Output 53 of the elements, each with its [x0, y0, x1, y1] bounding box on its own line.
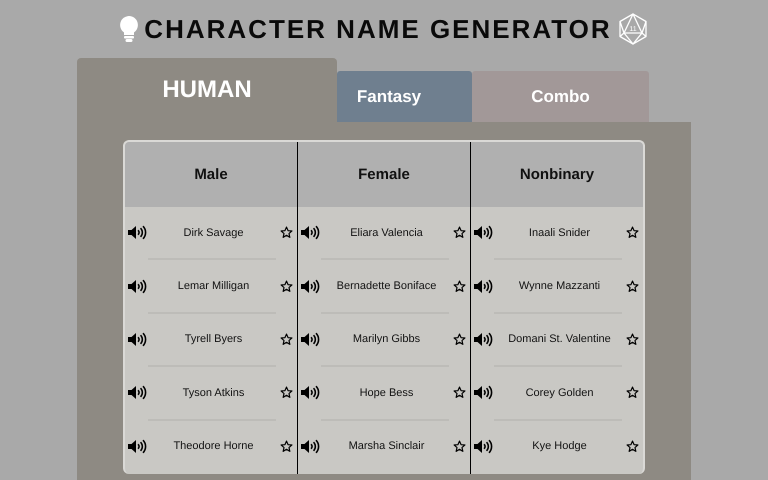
- lightbulb-icon: [120, 16, 138, 42]
- star-icon[interactable]: [626, 386, 639, 400]
- character-name: Inaali Snider: [528, 226, 592, 239]
- star-icon[interactable]: [280, 280, 293, 293]
- star-icon[interactable]: [280, 386, 293, 400]
- speaker-icon[interactable]: [301, 332, 320, 347]
- speaker-icon[interactable]: [474, 438, 493, 454]
- star-icon[interactable]: [453, 440, 466, 453]
- character-name: Tyrell Byers: [184, 333, 244, 346]
- tab[interactable]: HUMAN: [77, 58, 337, 122]
- tab[interactable]: Fantasy: [337, 71, 472, 122]
- speaker-icon[interactable]: [301, 225, 320, 240]
- character-name: Theodore Horne: [172, 440, 255, 452]
- character-name: Hope Bess: [358, 386, 414, 399]
- star-icon[interactable]: [626, 226, 639, 240]
- tab[interactable]: Combo: [472, 71, 649, 122]
- character-name: Marilyn Gibbs: [352, 333, 422, 346]
- column-header: Female: [298, 142, 470, 207]
- speaker-icon[interactable]: [301, 385, 320, 400]
- speaker-icon[interactable]: [128, 332, 147, 347]
- character-name: Kye Hodge: [531, 440, 588, 452]
- star-icon[interactable]: [280, 332, 293, 346]
- speaker-icon[interactable]: [128, 438, 147, 454]
- star-icon[interactable]: [453, 226, 466, 240]
- speaker-icon[interactable]: [128, 225, 147, 240]
- speaker-icon[interactable]: [128, 385, 147, 400]
- star-icon[interactable]: [626, 280, 639, 293]
- character-name: Lemar Milligan: [176, 280, 250, 292]
- character-name: Tyson Atkins: [182, 386, 246, 399]
- star-icon[interactable]: [453, 332, 466, 346]
- speaker-icon[interactable]: [301, 438, 320, 454]
- star-icon[interactable]: [280, 226, 293, 240]
- speaker-icon[interactable]: [474, 332, 493, 347]
- star-icon[interactable]: [626, 332, 639, 346]
- star-icon[interactable]: [280, 440, 293, 453]
- speaker-icon[interactable]: [301, 278, 320, 294]
- column-header: Nonbinary: [471, 142, 643, 207]
- speaker-icon[interactable]: [474, 278, 493, 294]
- character-name: Domani St. Valentine: [507, 333, 612, 346]
- character-name: Corey Golden: [524, 386, 594, 399]
- character-name: Eliara Valencia: [349, 226, 424, 239]
- character-name: Dirk Savage: [182, 226, 244, 239]
- page-title: CHARACTER NAME GENERATOR: [144, 14, 612, 44]
- speaker-icon[interactable]: [474, 225, 493, 240]
- speaker-icon[interactable]: [128, 278, 147, 294]
- character-name: Marsha Sinclair: [348, 440, 426, 452]
- star-icon[interactable]: [626, 440, 639, 453]
- star-icon[interactable]: [453, 280, 466, 293]
- character-name: Bernadette Boniface: [336, 280, 438, 292]
- star-icon[interactable]: [453, 386, 466, 400]
- speaker-icon[interactable]: [474, 385, 493, 400]
- character-name: Wynne Mazzanti: [518, 280, 602, 292]
- column-header: Male: [125, 142, 297, 207]
